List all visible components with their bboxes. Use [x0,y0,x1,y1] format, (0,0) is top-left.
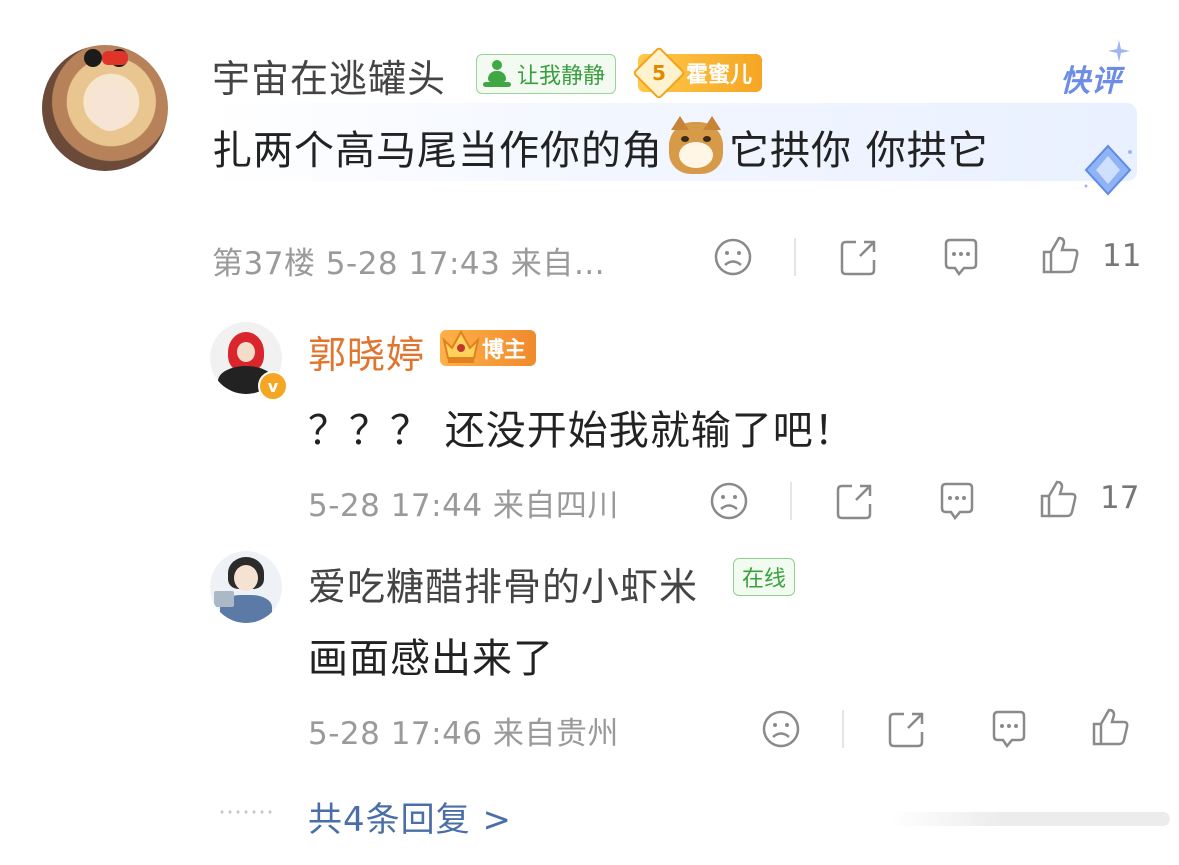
like-icon[interactable] [1038,478,1080,520]
share-icon[interactable] [834,480,876,522]
divider [790,482,792,520]
reply-username[interactable]: 爱吃糖醋排骨的小虾米 [308,556,698,611]
reply-text: 画面感出来了 [308,636,554,682]
like-count: 11 [1102,238,1142,274]
divider [794,238,796,276]
more-replies-link[interactable]: 共4条回复 > [308,792,512,841]
dotted-divider [218,810,276,814]
comment-icon[interactable] [936,480,978,522]
status-badge-label: 让我静静 [517,64,606,89]
sad-face-icon[interactable] [760,708,802,750]
comment-text: 扎两个高马尾当作你的角 它拱你 你拱它 [212,116,989,176]
like-icon[interactable] [1040,234,1082,276]
comment-icon[interactable] [988,708,1030,750]
cat-emoji-icon [669,116,723,174]
reply-meta: 5-28 17:46 来自贵州 [308,716,619,752]
divider [842,710,844,748]
avatar[interactable] [42,45,168,171]
reply-meta: 5-28 17:44 来自四川 [308,488,619,524]
fan-badge[interactable]: 5 霍蜜儿 [632,46,763,100]
share-icon[interactable] [838,236,880,278]
verified-icon: v [258,371,288,401]
diamond-icon [1084,144,1132,196]
sad-face-icon[interactable] [708,480,750,522]
reply-username[interactable]: 郭晓婷 [308,324,425,379]
comment-icon[interactable] [940,236,982,278]
like-icon[interactable] [1090,706,1132,748]
reply-text: ？？？ 还没开始我就输了吧！ [308,408,855,454]
fan-badge-label: 霍蜜儿 [686,63,753,88]
crown-icon [442,329,480,363]
comment-meta: 第37楼 5-28 17:43 来自… [212,246,606,282]
quick-review-label[interactable]: 快评 [1060,56,1122,100]
sad-face-icon[interactable] [712,236,754,278]
scroll-fade [890,812,1170,826]
fan-level-icon: 5 [632,46,686,100]
reply-avatar[interactable] [210,551,282,623]
status-badge: 让我静静 [476,54,617,94]
online-badge: 在线 [733,558,796,596]
sparkle-icon [1108,40,1130,62]
meditation-icon [483,60,511,88]
share-icon[interactable] [886,708,928,750]
like-count: 17 [1100,480,1140,516]
username[interactable]: 宇宙在逃罐头 [212,48,446,103]
